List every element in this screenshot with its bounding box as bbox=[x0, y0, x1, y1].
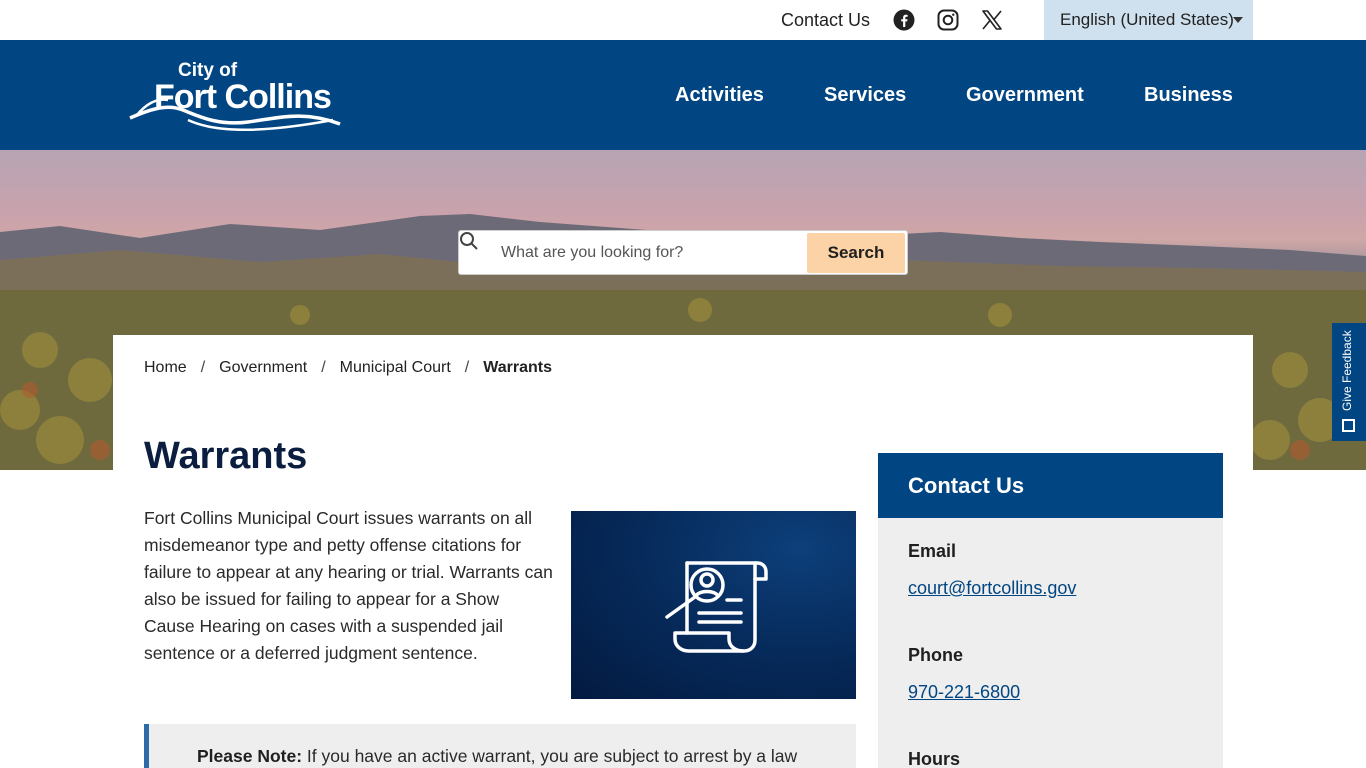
warrant-document-icon bbox=[665, 561, 768, 653]
please-note-callout: Please Note: If you have an active warra… bbox=[144, 724, 856, 768]
instagram-icon[interactable] bbox=[936, 8, 960, 32]
language-select[interactable]: English (United States) bbox=[1044, 0, 1253, 40]
page-title: Warrants bbox=[144, 435, 308, 477]
utility-bar: Contact Us English (United States) bbox=[0, 0, 1366, 40]
sidebar-title: Contact Us bbox=[878, 453, 1223, 518]
feedback-icon bbox=[1342, 419, 1355, 432]
nav-business[interactable]: Business bbox=[1144, 84, 1233, 107]
email-label: Email bbox=[908, 541, 957, 561]
hours-label: Hours bbox=[908, 749, 961, 768]
contact-sidebar: Contact Us Email court@fortcollins.gov P… bbox=[878, 453, 1223, 768]
search-bar: Search bbox=[458, 230, 908, 275]
breadcrumb-municipal-court[interactable]: Municipal Court bbox=[340, 359, 451, 377]
note-text: If you have an active warrant, you are s… bbox=[302, 746, 798, 766]
give-feedback-tab[interactable]: Give Feedback bbox=[1332, 323, 1366, 441]
language-label: English (United States) bbox=[1060, 10, 1234, 29]
breadcrumb-separator: / bbox=[200, 359, 206, 376]
warrant-illustration bbox=[571, 511, 856, 699]
breadcrumb-separator: / bbox=[321, 359, 326, 376]
breadcrumb-separator: / bbox=[464, 359, 470, 376]
facebook-icon[interactable] bbox=[892, 8, 916, 32]
breadcrumb-home[interactable]: Home bbox=[144, 359, 187, 377]
city-logo[interactable]: City of Fort Collins bbox=[128, 58, 348, 133]
search-button[interactable]: Search bbox=[807, 233, 905, 273]
nav-activities[interactable]: Activities bbox=[675, 84, 764, 107]
breadcrumb-government[interactable]: Government bbox=[219, 359, 307, 377]
email-link[interactable]: court@fortcollins.gov bbox=[908, 578, 1076, 599]
breadcrumb: Home / Government / Municipal Court / Wa… bbox=[144, 359, 552, 377]
breadcrumb-current: Warrants bbox=[483, 359, 553, 376]
phone-link[interactable]: 970-221-6800 bbox=[908, 682, 1020, 703]
nav-government[interactable]: Government bbox=[966, 84, 1084, 107]
site-header: City of Fort Collins Activities Services… bbox=[0, 40, 1366, 150]
search-icon bbox=[460, 232, 478, 250]
nav-services[interactable]: Services bbox=[824, 84, 906, 107]
utility-contact-link[interactable]: Contact Us bbox=[781, 10, 870, 31]
feedback-label: Give Feedback bbox=[1340, 330, 1354, 411]
intro-paragraph: Fort Collins Municipal Court issues warr… bbox=[144, 508, 553, 663]
phone-label: Phone bbox=[908, 645, 964, 665]
x-icon[interactable] bbox=[980, 8, 1004, 32]
note-label: Please Note: bbox=[197, 746, 303, 766]
search-input[interactable] bbox=[501, 239, 801, 267]
chevron-down-icon bbox=[1233, 17, 1243, 23]
